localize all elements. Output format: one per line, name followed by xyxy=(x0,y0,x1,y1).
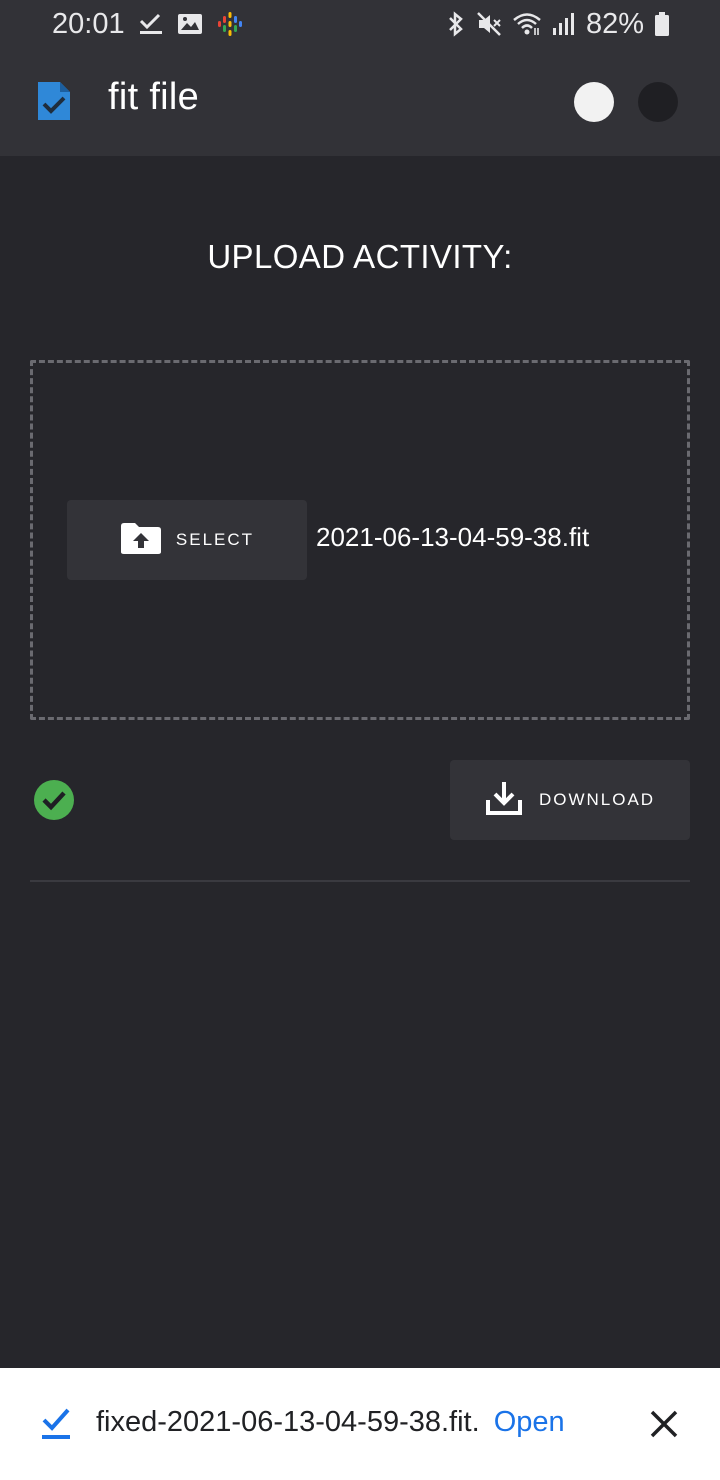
file-check-icon xyxy=(36,80,72,122)
status-right: 82% xyxy=(446,8,670,41)
download-button[interactable]: DOWNLOAD xyxy=(450,760,690,840)
success-check-icon xyxy=(34,780,74,820)
wifi-icon xyxy=(512,12,542,36)
upload-heading: UPLOAD ACTIVITY: xyxy=(207,238,513,275)
dark-theme-toggle[interactable] xyxy=(638,82,678,122)
download-button-label: DOWNLOAD xyxy=(538,790,656,809)
open-file-link[interactable]: Open xyxy=(494,1406,565,1438)
mute-icon xyxy=(476,11,502,37)
status-left: 20:01 xyxy=(52,8,243,41)
download-complete-bar: fixed-2021-06-13-04-59-38.fit. Open xyxy=(0,1368,720,1480)
gallery-icon xyxy=(177,13,203,35)
folder-upload-icon xyxy=(120,521,162,560)
app-bar: fit file xyxy=(0,48,720,156)
light-theme-toggle[interactable] xyxy=(574,82,614,122)
download-message-text: fixed-2021-06-13-04-59-38.fit. xyxy=(96,1406,480,1438)
battery-percent: 82% xyxy=(585,7,644,40)
status-bar: 20:01 82% xyxy=(0,0,720,48)
signal-icon xyxy=(552,12,576,36)
status-time: 20:01 xyxy=(52,7,125,40)
battery-icon xyxy=(654,11,670,37)
download-message: fixed-2021-06-13-04-59-38.fit. Open xyxy=(96,1406,565,1439)
check-notification-icon xyxy=(139,13,163,35)
podcast-icon xyxy=(217,11,243,37)
select-button-label: SELECT xyxy=(175,530,255,549)
screen: 20:01 82% fit file UPLOAD ACTIVITY: SELE… xyxy=(0,0,720,1480)
selected-file-name: 2021-06-13-04-59-38.fit xyxy=(316,522,590,552)
close-icon[interactable] xyxy=(648,1408,680,1440)
app-title: fit file xyxy=(108,76,200,118)
bluetooth-icon xyxy=(446,11,466,37)
download-icon xyxy=(485,780,523,821)
divider xyxy=(30,880,690,882)
download-complete-icon xyxy=(40,1406,72,1440)
select-file-button[interactable]: SELECT xyxy=(67,500,307,580)
